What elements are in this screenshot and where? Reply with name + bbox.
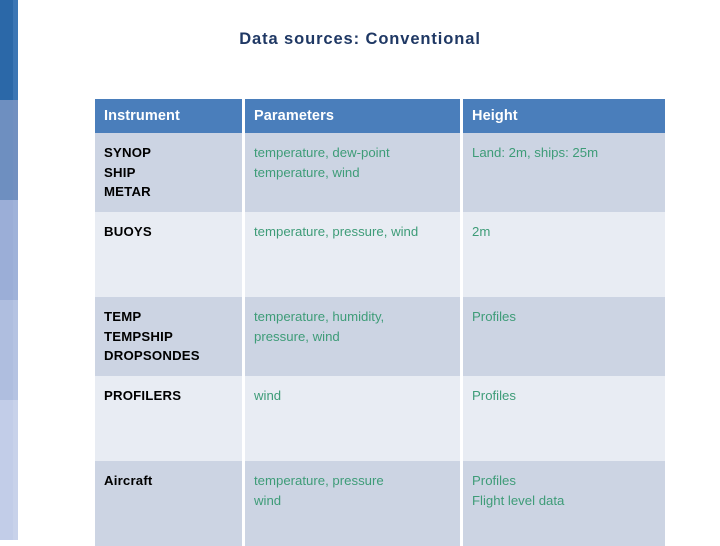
cell-line: PROFILERS <box>104 387 182 403</box>
sidebar-band-3 <box>0 200 18 300</box>
sidebar-band-1-right <box>13 0 18 100</box>
cell-line: Aircraft <box>104 473 153 488</box>
table-row: PROFILERS wind Profiles <box>95 375 665 415</box>
cell-instrument: TEMP TEMPSHIP DROPSONDES <box>95 297 245 376</box>
cell-height: Profiles Flight level data <box>463 461 665 520</box>
table-header-row: Instrument Parameters Height <box>95 99 665 133</box>
cell-line: Profiles <box>472 387 516 403</box>
table-row: BUOYS temperature, pressure, wind 2m <box>95 211 665 251</box>
cell-line: temperature, dew-point <box>254 145 390 160</box>
cell-spacer <box>95 415 245 461</box>
decorative-sidebar-bar <box>0 0 18 540</box>
sidebar-band-3-right <box>13 200 18 300</box>
cell-parameters: temperature, dew-point temperature, wind <box>245 133 463 212</box>
table-row-spacer <box>95 415 665 461</box>
cell-line: TEMPSHIP <box>104 328 174 344</box>
cell-parameters: temperature, pressure, wind <box>245 211 463 251</box>
sidebar-band-1 <box>0 0 18 100</box>
table-row: SYNOP SHIP METAR temperature, dew-point temp… <box>95 133 665 212</box>
cell-line: Land: 2m, ships: 25m <box>472 145 599 160</box>
table-row-spacer <box>95 520 665 546</box>
table-row: TEMP TEMPSHIP DROPSONDES temperature, humid… <box>95 297 665 376</box>
cell-line: Profiles <box>472 473 516 488</box>
cell-height: 2m <box>463 211 665 251</box>
column-header-height: Height <box>463 99 665 133</box>
cell-parameters: temperature, pressure wind <box>245 461 463 520</box>
sidebar-band-5-left <box>0 400 13 540</box>
cell-line: temperature, humidity, <box>254 309 385 324</box>
sidebar-band-3-left <box>0 200 13 300</box>
table-row: Aircraft temperature, pressure wind Profile… <box>95 461 665 520</box>
cell-line: temperature, pressure, wind <box>254 223 419 239</box>
sidebar-band-4 <box>0 300 18 400</box>
column-header-parameters: Parameters <box>245 99 463 133</box>
sidebar-band-2 <box>0 100 18 200</box>
cell-spacer <box>95 251 245 297</box>
sidebar-band-2-left <box>0 100 13 200</box>
cell-spacer <box>95 520 245 546</box>
cell-line: temperature, wind <box>254 164 360 180</box>
cell-spacer <box>245 520 463 546</box>
cell-parameters: wind <box>245 375 463 415</box>
cell-line: Profiles <box>472 309 516 324</box>
cell-height: Profiles <box>463 375 665 415</box>
cell-line: METAR <box>104 184 151 199</box>
cell-line: 2m <box>472 223 491 239</box>
sidebar-band-5 <box>0 400 18 540</box>
cell-spacer <box>245 251 463 297</box>
cell-line: temperature, pressure <box>254 473 384 488</box>
cell-instrument: SYNOP SHIP METAR <box>95 133 245 212</box>
sidebar-band-2-right <box>13 100 18 200</box>
sidebar-band-4-right <box>13 300 18 400</box>
cell-line: TEMP <box>104 309 142 324</box>
column-header-instrument: Instrument <box>95 99 245 133</box>
sidebar-band-5-right <box>13 400 18 540</box>
cell-spacer <box>463 415 665 461</box>
cell-line: SHIP <box>104 164 136 180</box>
cell-instrument: PROFILERS <box>95 375 245 415</box>
sidebar-band-4-left <box>0 300 13 400</box>
cell-line: DROPSONDES <box>104 348 200 363</box>
cell-line: Flight level data <box>472 492 565 508</box>
cell-spacer <box>463 520 665 546</box>
data-sources-table: Instrument Parameters Height SYNOP SHIP ME… <box>95 99 665 546</box>
table-row-spacer <box>95 251 665 297</box>
cell-instrument: Aircraft <box>95 461 245 520</box>
cell-spacer <box>245 415 463 461</box>
sidebar-band-1-left <box>0 0 13 100</box>
cell-line: wind <box>254 387 282 403</box>
cell-spacer <box>463 251 665 297</box>
page-title: Data sources: Conventional <box>239 30 481 48</box>
cell-line: SYNOP <box>104 145 152 160</box>
cell-instrument: BUOYS <box>95 211 245 251</box>
cell-height: Land: 2m, ships: 25m <box>463 133 665 212</box>
cell-parameters: temperature, humidity, pressure, wind <box>245 297 463 376</box>
cell-line: wind <box>254 492 282 508</box>
cell-line: BUOYS <box>104 223 152 239</box>
cell-height: Profiles <box>463 297 665 376</box>
cell-line: pressure, wind <box>254 328 340 344</box>
table-body: SYNOP SHIP METAR temperature, dew-point temp… <box>95 133 665 546</box>
